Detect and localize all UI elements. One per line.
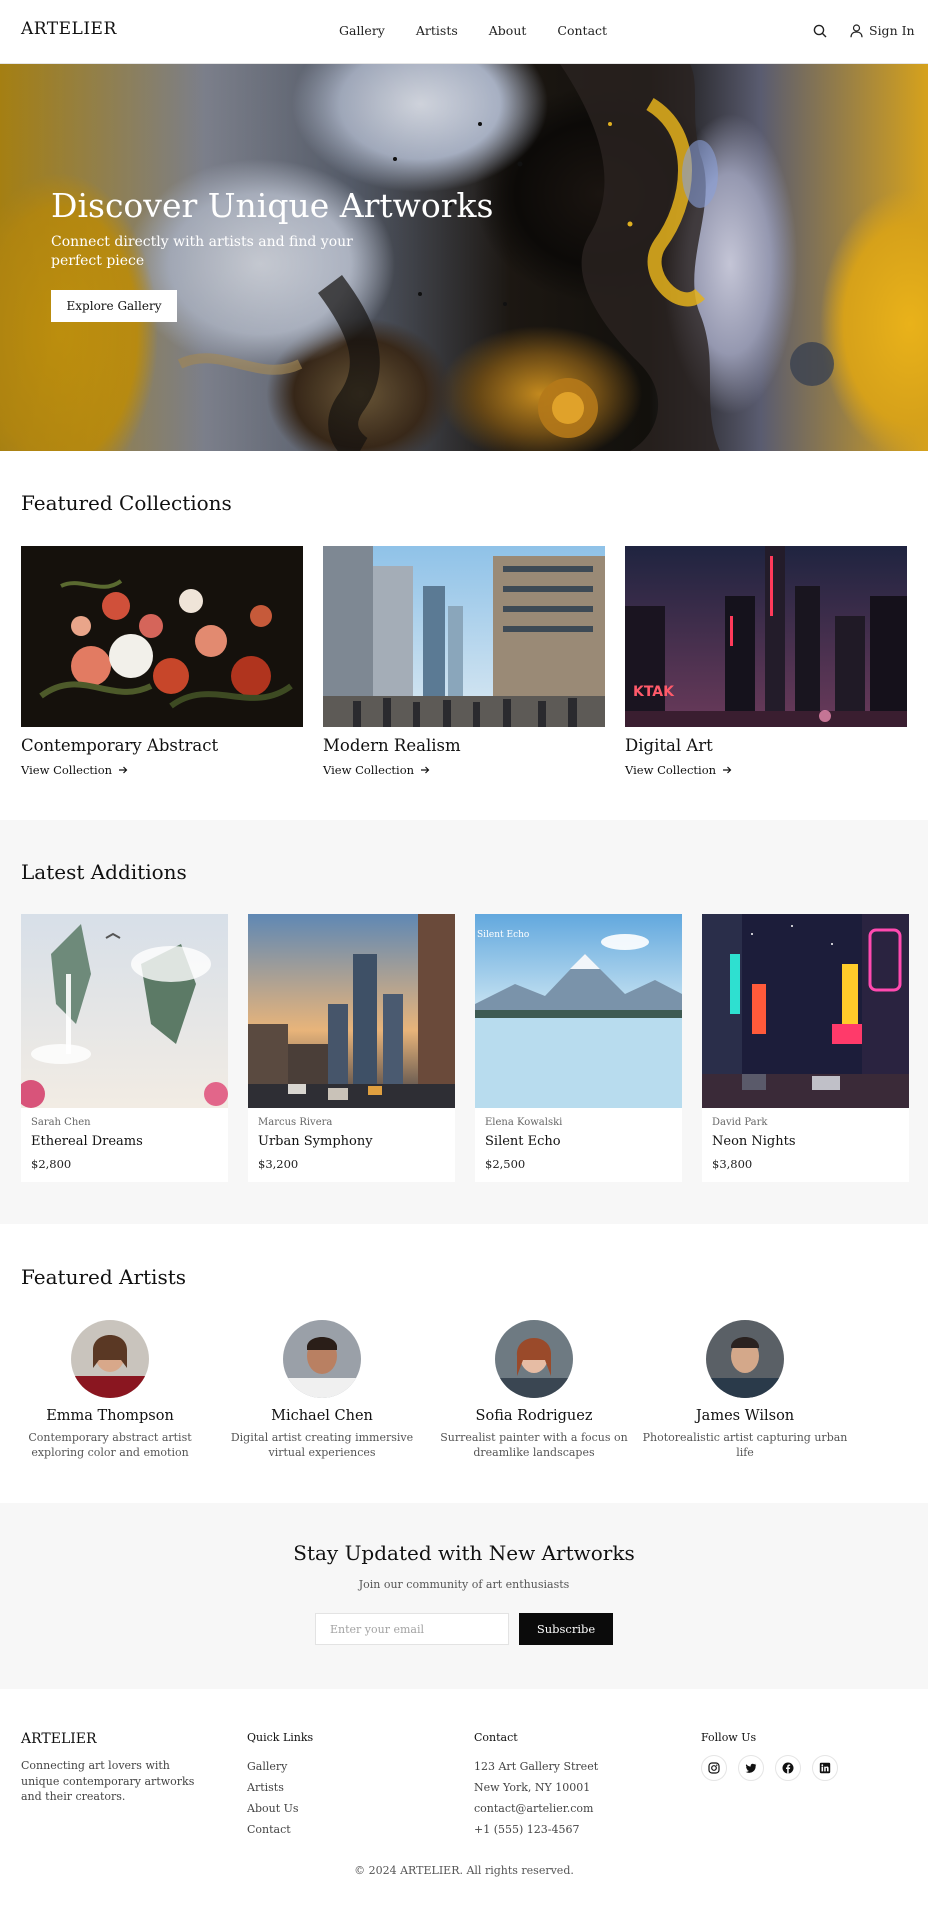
arrow-right-icon [723,766,732,774]
footer-link-gallery[interactable]: Gallery [247,1756,299,1777]
artwork-image[interactable]: Silent Echo [475,914,682,1108]
explore-gallery-button[interactable]: Explore Gallery [51,290,177,322]
main-nav: Gallery Artists About Contact [339,23,607,38]
artist-bio: Digital artist creating immersive virtua… [230,1431,414,1459]
contact-city: New York, NY 10001 [474,1781,591,1794]
facebook-icon[interactable] [775,1755,801,1781]
latest-additions-title: Latest Additions [21,860,187,884]
collection-image-contemporary[interactable] [21,546,303,727]
logo[interactable]: ARTELIER [21,19,117,39]
collection-name[interactable]: Digital Art [625,736,713,755]
artwork-card[interactable]: Sarah Chen Ethereal Dreams $2,800 [21,914,228,1182]
view-collection-link[interactable]: View Collection [21,763,128,777]
artist-name: David Park [712,1117,768,1128]
artist-profile[interactable]: James Wilson Photorealistic artist captu… [639,1320,851,1460]
artist-profile[interactable]: Michael Chen Digital artist creating imm… [216,1320,428,1460]
artist-profile[interactable]: Emma Thompson Contemporary abstract arti… [4,1320,216,1460]
artist-bio: Surrealist painter with a focus on dream… [440,1431,628,1459]
twitter-icon[interactable] [738,1755,764,1781]
contact-address: 123 Art Gallery Street [474,1760,599,1773]
svg-text:KTAK: KTAK [633,684,675,700]
social-links [701,1755,838,1781]
quick-links-list: Gallery Artists About Us Contact [247,1756,299,1840]
footer-logo[interactable]: ARTELIER [21,1731,97,1747]
site-header: ARTELIER Gallery Artists About Contact S… [0,0,928,64]
avatar[interactable] [706,1320,784,1398]
artwork-price: $3,800 [712,1157,753,1171]
subscribe-button[interactable]: Subscribe [519,1613,613,1645]
featured-collections-title: Featured Collections [21,491,232,515]
artist-name: Marcus Rivera [258,1117,333,1128]
nav-gallery[interactable]: Gallery [339,23,385,38]
artist-bio: Photorealistic artist capturing urban li… [642,1431,848,1459]
newsletter-title: Stay Updated with New Artworks [293,1541,635,1565]
footer-link-about[interactable]: About Us [247,1798,299,1819]
artwork-title: Ethereal Dreams [31,1134,143,1149]
artist-profile[interactable]: Sofia Rodriguez Surrealist painter with … [428,1320,640,1460]
artwork-title: Neon Nights [712,1134,796,1149]
artwork-image[interactable] [702,914,909,1108]
copyright: © 2024 ARTELIER. All rights reserved. [354,1864,574,1877]
arrow-right-icon [421,766,430,774]
hero-title: Discover Unique Artworks [51,186,494,225]
newsletter-section [0,1503,928,1689]
artwork-price: $2,800 [31,1157,72,1171]
sign-in-label: Sign In [869,23,915,38]
avatar[interactable] [495,1320,573,1398]
avatar[interactable] [283,1320,361,1398]
artwork-title: Urban Symphony [258,1134,373,1149]
artwork-title: Silent Echo [485,1134,561,1149]
footer-tagline: Connecting art lovers with unique contem… [21,1759,195,1803]
artwork-card[interactable]: David Park Neon Nights $3,800 [702,914,909,1182]
artwork-image[interactable] [248,914,455,1108]
artwork-card[interactable]: Marcus Rivera Urban Symphony $3,200 [248,914,455,1182]
contact-heading: Contact [474,1731,518,1744]
artist-name: Sarah Chen [31,1117,91,1128]
hero-subtitle: Connect directly with artists and find y… [51,234,353,269]
artist-name: Sofia Rodriguez [475,1408,593,1424]
contact-list: 123 Art Gallery Street New York, NY 1000… [474,1756,598,1840]
footer-divider [21,1843,907,1844]
collection-name[interactable]: Contemporary Abstract [21,736,218,755]
collection-name[interactable]: Modern Realism [323,736,461,755]
view-collection-link[interactable]: View Collection [625,763,732,777]
image-caption: Silent Echo [477,930,530,940]
artist-bio: Contemporary abstract artist exploring c… [28,1431,192,1459]
contact-email[interactable]: contact@artelier.com [474,1798,598,1819]
footer-link-contact[interactable]: Contact [247,1819,299,1840]
artist-name: Elena Kowalski [485,1117,563,1128]
search-icon[interactable] [813,24,827,38]
nav-about[interactable]: About [489,23,527,38]
avatar[interactable] [71,1320,149,1398]
nav-contact[interactable]: Contact [557,23,607,38]
instagram-icon[interactable] [701,1755,727,1781]
artwork-card[interactable]: Silent Echo Elena Kowalski Silent Echo $… [475,914,682,1182]
artist-name: Michael Chen [271,1408,373,1424]
contact-phone[interactable]: +1 (555) 123-4567 [474,1819,598,1840]
featured-artists-title: Featured Artists [21,1265,187,1289]
artist-name: James Wilson [695,1408,795,1424]
artwork-image[interactable] [21,914,228,1108]
sign-in-button[interactable]: Sign In [850,23,915,38]
user-icon [850,23,863,37]
view-collection-link[interactable]: View Collection [323,763,430,777]
collection-image-modern-realism[interactable] [323,546,605,727]
hero-banner: Discover Unique Artworks Connect directl… [0,64,928,451]
linkedin-icon[interactable] [812,1755,838,1781]
artist-name: Emma Thompson [46,1408,174,1424]
artwork-price: $2,500 [485,1157,526,1171]
email-input[interactable] [315,1613,509,1645]
footer-link-artists[interactable]: Artists [247,1777,299,1798]
collection-image-digital-art[interactable]: KTAK [625,546,907,727]
nav-artists[interactable]: Artists [416,23,458,38]
follow-heading: Follow Us [701,1731,757,1744]
artwork-price: $3,200 [258,1157,299,1171]
quick-links-heading: Quick Links [247,1731,314,1744]
arrow-right-icon [119,766,128,774]
newsletter-subtitle: Join our community of art enthusiasts [358,1578,570,1591]
